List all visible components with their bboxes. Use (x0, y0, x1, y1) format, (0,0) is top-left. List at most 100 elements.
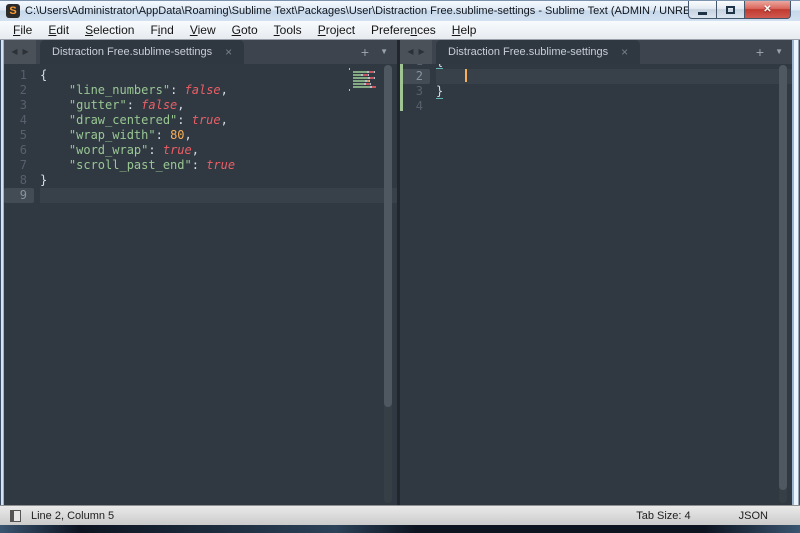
gutter-line-number: 4 (4, 113, 34, 128)
close-icon: ✕ (763, 4, 771, 15)
close-button[interactable]: ✕ (745, 1, 791, 19)
code-line[interactable] (436, 99, 792, 114)
code-line[interactable]: "line_numbers": false, (40, 83, 397, 98)
tab-distraction-free-settings[interactable]: Distraction Free.sublime-settings × (436, 40, 640, 64)
tab-actions: + ▼ (756, 40, 792, 64)
tab-close-icon[interactable]: × (225, 46, 232, 58)
minimize-button[interactable] (688, 1, 717, 19)
gutter: 1234 (400, 64, 430, 114)
tab-bar-left: ◀ ▶ Distraction Free.sublime-settings × … (4, 40, 397, 64)
code-line[interactable]: { (40, 68, 397, 83)
code-lines[interactable]: { "line_numbers": false, "gutter": false… (40, 68, 397, 203)
menu-item-project[interactable]: Project (310, 22, 363, 38)
scrollbar-thumb[interactable] (779, 65, 787, 490)
menu-item-file[interactable]: File (5, 22, 40, 38)
gutter-line-number: 3 (4, 98, 34, 113)
tab-overflow-button[interactable]: ▼ (775, 48, 783, 56)
menu-item-help[interactable]: Help (444, 22, 485, 38)
menu-item-find[interactable]: Find (142, 22, 181, 38)
tab-distraction-free-settings[interactable]: Distraction Free.sublime-settings × (40, 40, 244, 64)
minimap-line (349, 83, 381, 85)
gutter: 123456789 (4, 68, 34, 203)
tab-label: Distraction Free.sublime-settings (448, 46, 608, 58)
menu-item-edit[interactable]: Edit (40, 22, 77, 38)
menu-bar: FileEditSelectionFindViewGotoToolsProjec… (0, 21, 800, 40)
gutter-line-number: 4 (400, 99, 430, 114)
code-line[interactable]: } (436, 84, 792, 99)
nav-forward-button[interactable]: ▶ (23, 48, 29, 56)
editor-right[interactable]: 1234 { } (400, 64, 792, 505)
minimap-line (349, 71, 381, 73)
tab-nav-box: ◀ ▶ (4, 40, 36, 64)
tab-size-status[interactable]: Tab Size: 4 (636, 510, 690, 522)
gutter-line-number: 5 (4, 128, 34, 143)
scrollbar[interactable] (384, 65, 392, 503)
status-bar: Line 2, Column 5 Tab Size: 4 JSON (0, 505, 800, 525)
tab-bar-right: ◀ ▶ Distraction Free.sublime-settings × … (400, 40, 792, 64)
code-line[interactable]: "draw_centered": true, (40, 113, 397, 128)
menu-item-goto[interactable]: Goto (224, 22, 266, 38)
minimap-line (349, 77, 381, 79)
gutter-line-number: 8 (4, 173, 34, 188)
status-right-group: Tab Size: 4 JSON (636, 510, 790, 522)
window-title: C:\Users\Administrator\AppData\Roaming\S… (25, 5, 794, 17)
code-lines[interactable]: { } (436, 64, 792, 114)
code-line[interactable] (40, 188, 397, 203)
scroll-content: 123456789 { "line_numbers": false, "gutt… (4, 64, 397, 203)
nav-back-button[interactable]: ◀ (407, 48, 413, 56)
menu-item-view[interactable]: View (182, 22, 224, 38)
maximize-icon (726, 6, 735, 14)
window-border-right (792, 40, 800, 505)
tab-close-icon[interactable]: × (621, 46, 628, 58)
tab-overflow-button[interactable]: ▼ (380, 48, 388, 56)
code-line[interactable]: } (40, 173, 397, 188)
window-border-bottom (0, 525, 800, 533)
tab-label: Distraction Free.sublime-settings (52, 46, 212, 58)
code-line[interactable]: "gutter": false, (40, 98, 397, 113)
minimap[interactable] (349, 68, 381, 95)
code-line[interactable]: "word_wrap": true, (40, 143, 397, 158)
tab-nav-box: ◀ ▶ (400, 40, 432, 64)
minimap-line (349, 68, 381, 70)
code-line[interactable] (436, 69, 792, 84)
gutter-line-number: 7 (4, 158, 34, 173)
caption-buttons: ✕ (688, 1, 791, 19)
scrollbar-thumb[interactable] (384, 65, 392, 407)
menu-item-tools[interactable]: Tools (266, 22, 310, 38)
pane-right: ◀ ▶ Distraction Free.sublime-settings × … (400, 40, 792, 505)
new-tab-button[interactable]: + (756, 45, 764, 59)
minimap-line (349, 80, 381, 82)
app-icon: S (6, 4, 20, 18)
minimap-line (349, 89, 381, 91)
editor-left[interactable]: 123456789 { "line_numbers": false, "gutt… (4, 64, 397, 505)
syntax-status[interactable]: JSON (739, 510, 768, 522)
minimap-line (349, 86, 381, 88)
minimap-line (349, 74, 381, 76)
scrollbar[interactable] (779, 65, 787, 503)
title-bar[interactable]: S C:\Users\Administrator\AppData\Roaming… (0, 0, 800, 21)
gutter-line-number: 2 (4, 83, 34, 98)
gutter-line-number: 3 (400, 84, 430, 99)
code-line[interactable]: "scroll_past_end": true (40, 158, 397, 173)
maximize-button[interactable] (717, 1, 745, 19)
text-caret (465, 69, 467, 82)
scroll-content: 1234 { } (400, 64, 792, 114)
gutter-line-number: 2 (400, 69, 430, 84)
main-area: ◀ ▶ Distraction Free.sublime-settings × … (0, 40, 800, 505)
menu-item-preferences[interactable]: Preferences (363, 22, 444, 38)
cursor-position-status: Line 2, Column 5 (31, 510, 114, 522)
tab-actions: + ▼ (361, 40, 397, 64)
pane-left: ◀ ▶ Distraction Free.sublime-settings × … (4, 40, 397, 505)
code-line[interactable]: "wrap_width": 80, (40, 128, 397, 143)
menu-item-selection[interactable]: Selection (77, 22, 142, 38)
gutter-line-number: 6 (4, 143, 34, 158)
nav-back-button[interactable]: ◀ (11, 48, 17, 56)
diff-modified-marker (400, 64, 403, 111)
nav-forward-button[interactable]: ▶ (419, 48, 425, 56)
panel-toggle-icon[interactable] (10, 510, 21, 522)
new-tab-button[interactable]: + (361, 45, 369, 59)
minimap-line (349, 92, 381, 94)
gutter-line-number: 9 (4, 188, 34, 203)
sublime-text-window: S C:\Users\Administrator\AppData\Roaming… (0, 0, 800, 533)
minimize-icon (698, 12, 707, 15)
